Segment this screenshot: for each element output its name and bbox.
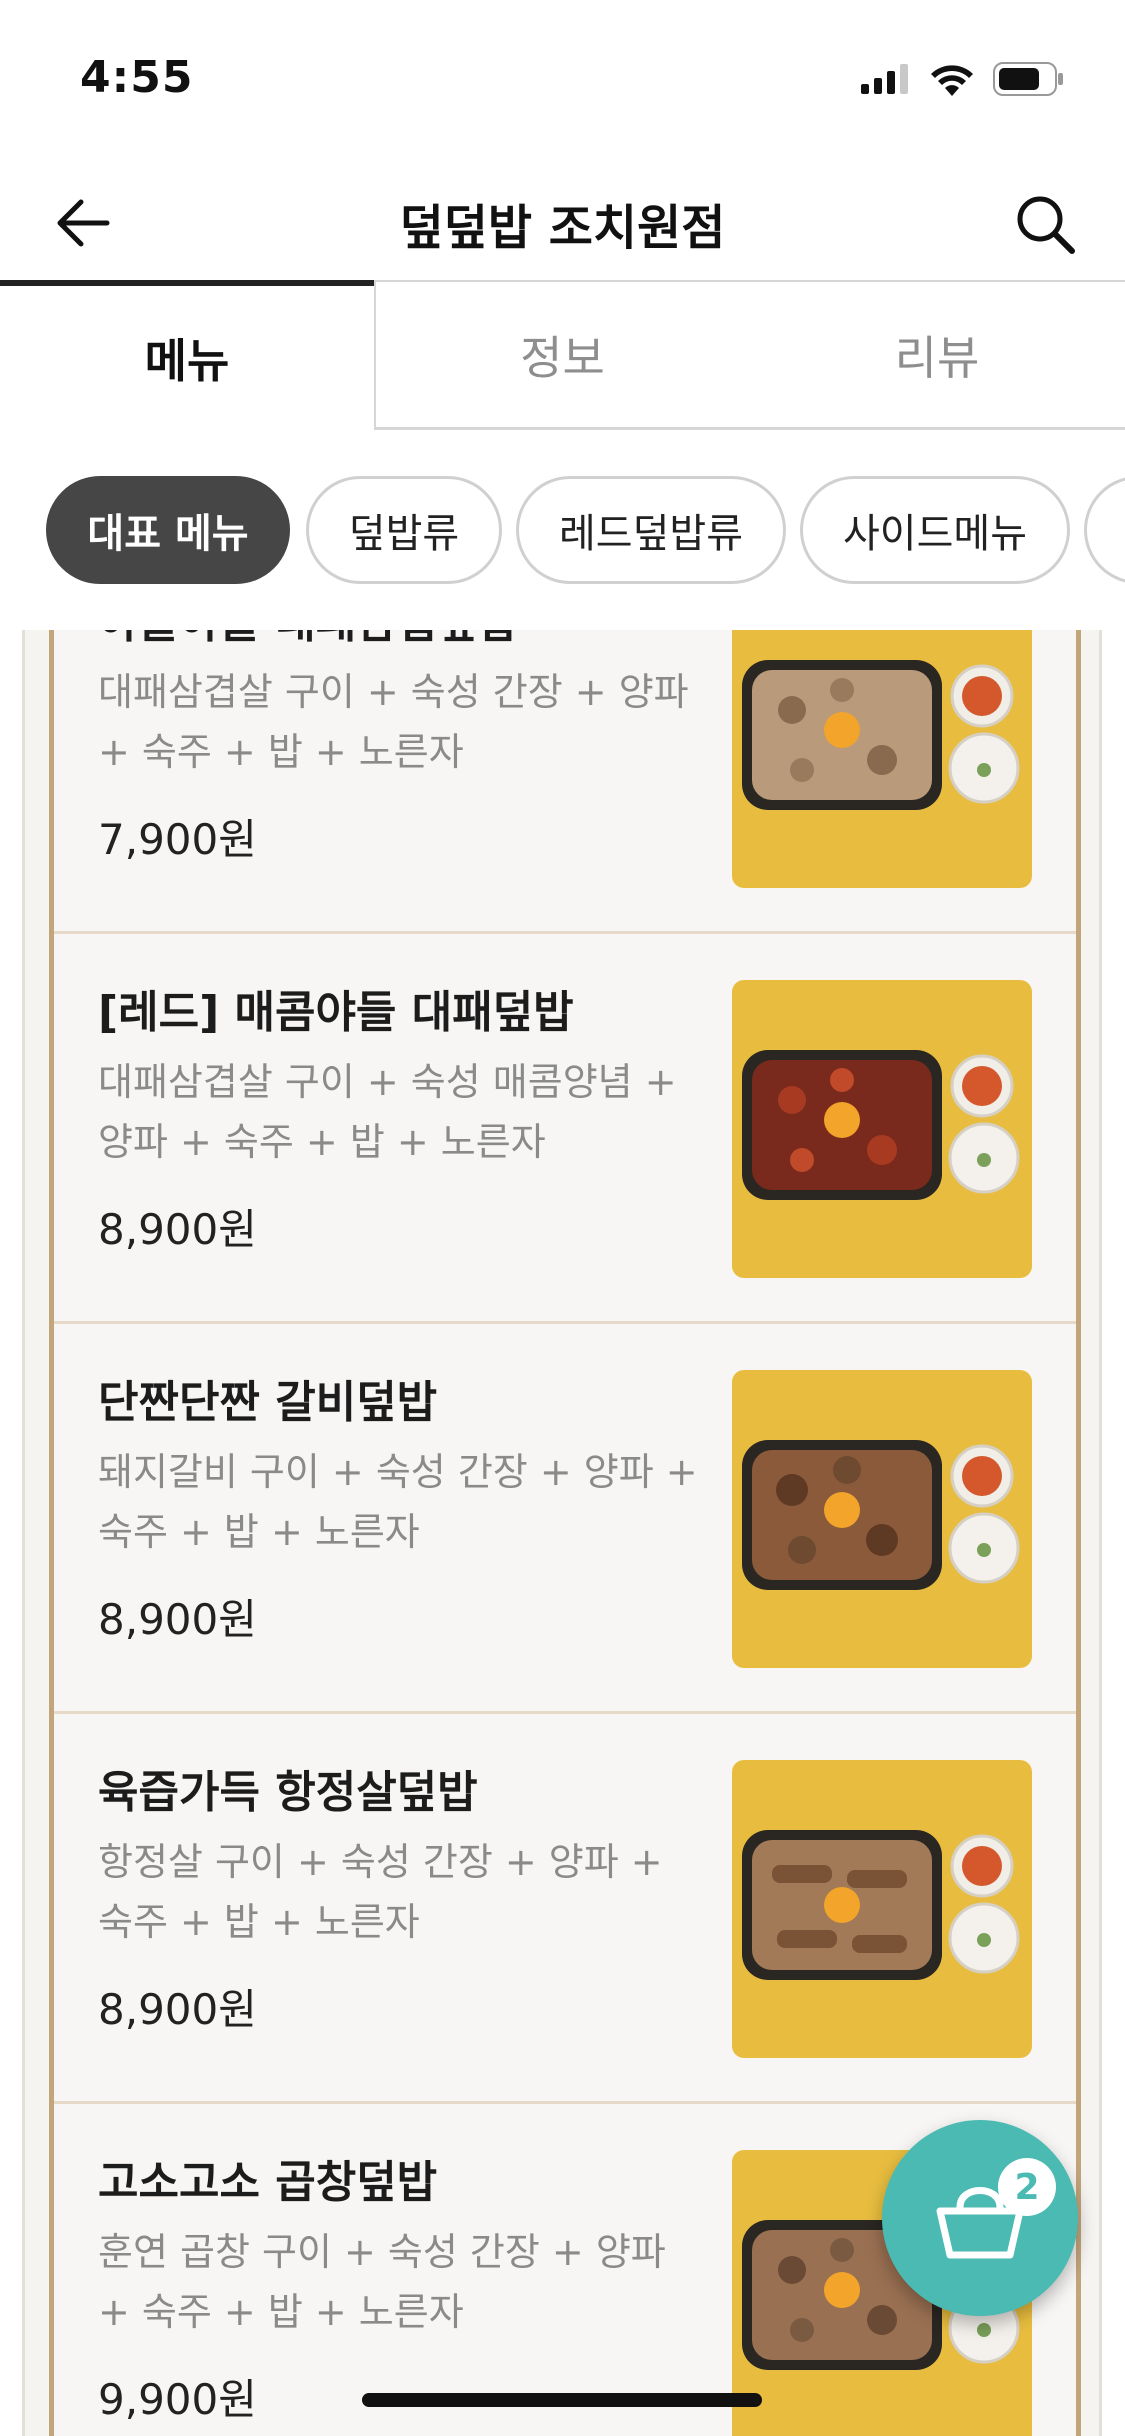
- battery-icon: [993, 62, 1063, 96]
- menu-item-photo: [732, 630, 1032, 888]
- search-icon: [1017, 196, 1075, 254]
- rice-bowl-image: [742, 1050, 1020, 1200]
- menu-item-desc: 돼지갈비 구이 + 숙성 간장 + 양파 + 숙주 + 밥 + 노른자: [98, 1450, 698, 1554]
- menu-item[interactable]: 야들야들 대패삼겹덮밥 대패삼겹살 구이 + 숙성 간장 + 양파 + 숙주 +…: [54, 630, 1076, 934]
- menu-item-name: 야들야들 대패삼겹덮밥: [98, 630, 518, 650]
- category-chips: 대표 메뉴 덮밥류 레드덮밥류 사이드메뉴: [0, 476, 1125, 586]
- menu-item-desc: 항정살 구이 + 숙성 간장 + 양파 + 숙주 + 밥 + 노른자: [98, 1840, 663, 1944]
- cart-button[interactable]: [882, 2120, 1078, 2316]
- cellular-signal-icon: [861, 64, 908, 94]
- status-icons: [861, 62, 1065, 96]
- menu-item[interactable]: 육즙가득 항정살덮밥 항정살 구이 + 숙성 간장 + 양파 + 숙주 + 밥 …: [54, 1714, 1076, 2104]
- menu-item-photo: [732, 980, 1032, 1278]
- search-button[interactable]: [1005, 184, 1085, 264]
- rice-bowl-image: [742, 1440, 1020, 1590]
- menu-item-name: 단짠단짠 갈비덮밥: [98, 1377, 438, 1428]
- chip-red-rice-bowls[interactable]: 레드덮밥류: [516, 476, 786, 584]
- menu-item-name: 육즙가득 항정살덮밥: [98, 1767, 478, 1818]
- header: 덮덮밥 조치원점: [0, 160, 1125, 280]
- cart-count-badge: 2: [998, 2158, 1056, 2216]
- menu-item[interactable]: 단짠단짠 갈비덮밥 돼지갈비 구이 + 숙성 간장 + 양파 + 숙주 + 밥 …: [54, 1324, 1076, 1714]
- menu-item-price: 8,900원: [98, 1985, 257, 2034]
- menu-item-photo: [732, 1370, 1032, 1668]
- menu-item-desc: 대패삼겹살 구이 + 숙성 매콤양념 + 양파 + 숙주 + 밥 + 노른자: [98, 1060, 677, 1164]
- menu-item-desc: 훈연 곱창 구이 + 숙성 간장 + 양파 + 숙주 + 밥 + 노른자: [98, 2230, 666, 2334]
- menu-item-price: 7,900원: [98, 815, 257, 864]
- menu-item-name: [레드] 매콤야들 대패덮밥: [98, 987, 574, 1038]
- store-title: 덮덮밥 조치원점: [399, 200, 726, 256]
- menu-item-price: 8,900원: [98, 1595, 257, 1644]
- chip-representative-menu[interactable]: 대표 메뉴: [46, 476, 290, 584]
- tab-review[interactable]: 리뷰: [749, 280, 1125, 430]
- menu-item-name: 고소고소 곱창덮밥: [98, 2157, 438, 2208]
- home-indicator: [362, 2393, 762, 2407]
- menu-item-price: 8,900원: [98, 1205, 257, 1254]
- menu-item-photo: [732, 1760, 1032, 2058]
- tab-bar: 메뉴 정보 리뷰: [0, 280, 1125, 430]
- rice-bowl-image: [742, 660, 1020, 810]
- chip-rice-bowls[interactable]: 덮밥류: [306, 476, 502, 584]
- tab-info[interactable]: 정보: [374, 280, 749, 430]
- menu-item-desc: 대패삼겹살 구이 + 숙성 간장 + 양파 + 숙주 + 밥 + 노른자: [98, 670, 689, 774]
- chip-side-menu[interactable]: 사이드메뉴: [800, 476, 1070, 584]
- wifi-icon: [931, 65, 973, 96]
- status-time: 4:55: [80, 52, 194, 103]
- rice-bowl-image: [742, 1830, 1020, 1980]
- menu-item-price: 9,900원: [98, 2375, 257, 2424]
- chip-more[interactable]: [1084, 476, 1125, 584]
- status-bar: 4:55: [0, 0, 1125, 160]
- menu-item[interactable]: [레드] 매콤야들 대패덮밥 대패삼겹살 구이 + 숙성 매콤양념 + 양파 +…: [54, 934, 1076, 1324]
- tab-menu[interactable]: 메뉴: [0, 280, 374, 430]
